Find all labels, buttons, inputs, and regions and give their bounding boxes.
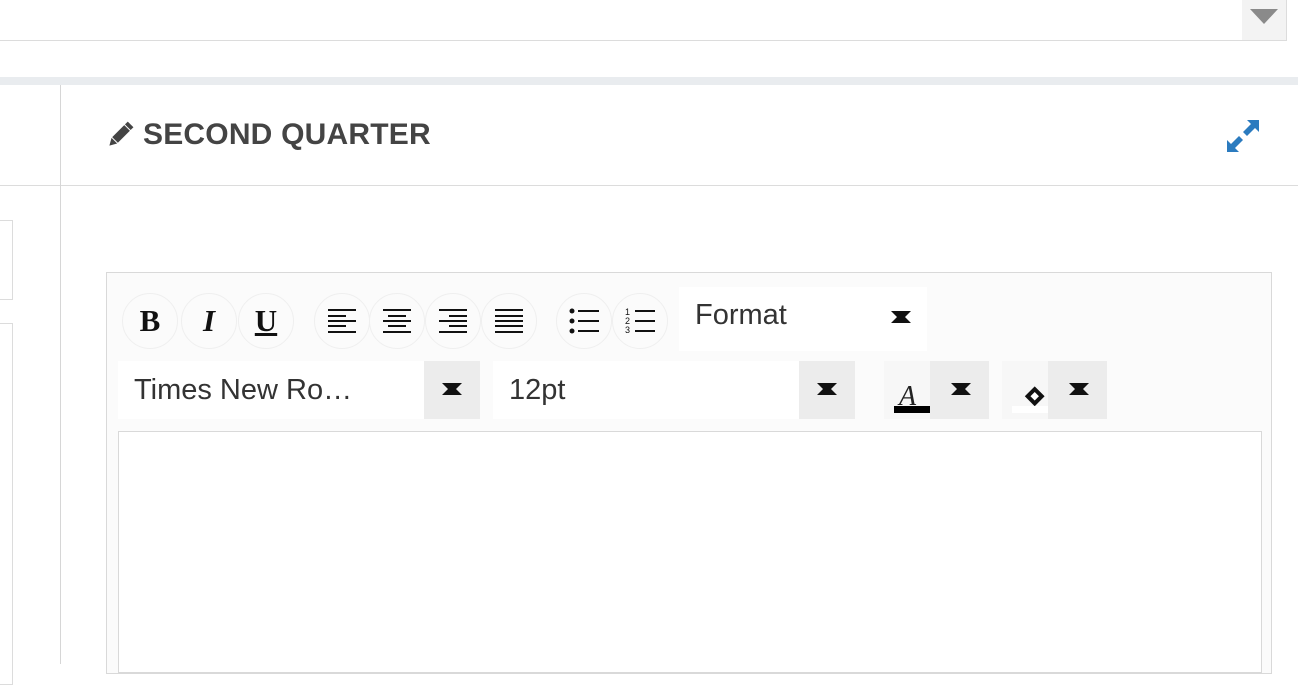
align-left-icon (328, 309, 356, 333)
highlight-color-dropdown-button[interactable] (1051, 361, 1107, 419)
align-center-icon (383, 309, 411, 333)
svg-text:3: 3 (625, 325, 630, 335)
text-color-button[interactable]: A (884, 361, 989, 419)
bold-button[interactable]: B (122, 293, 178, 349)
align-left-button[interactable] (314, 293, 370, 349)
rich-text-editor: B I U 1 2 3 Format Times New Ro… 12pt A (106, 272, 1272, 674)
text-color-dropdown-button[interactable] (933, 361, 989, 419)
align-justify-icon (495, 309, 523, 333)
left-panel-box (0, 220, 13, 300)
pencil-icon (109, 121, 134, 146)
paint-bucket-icon (1012, 386, 1048, 413)
top-select[interactable] (0, 0, 1287, 41)
divider (0, 185, 60, 186)
underline-button[interactable]: U (238, 293, 294, 349)
font-size-select[interactable]: 12pt (493, 361, 855, 419)
font-size-dropdown-button[interactable] (799, 361, 855, 419)
chevron-down-icon (951, 383, 971, 395)
highlight-color-button[interactable] (1002, 361, 1107, 419)
left-column (0, 85, 61, 685)
highlight-color-apply[interactable] (1002, 361, 1048, 419)
numbered-list-button[interactable]: 1 2 3 (612, 293, 668, 349)
bullet-list-icon (569, 308, 599, 334)
numbered-list-icon: 1 2 3 (625, 307, 655, 335)
text-color-icon: A (894, 381, 930, 413)
chevron-down-icon (442, 383, 462, 395)
left-panel-box (0, 323, 13, 685)
panel-header: SECOND QUARTER (61, 85, 1298, 186)
italic-button[interactable]: I (181, 293, 237, 349)
font-family-dropdown-button[interactable] (424, 361, 480, 419)
chevron-down-icon (817, 383, 837, 395)
chevron-down-icon (891, 311, 911, 323)
expand-icon[interactable] (1225, 118, 1261, 154)
align-center-button[interactable] (369, 293, 425, 349)
chevron-down-icon (1069, 383, 1089, 395)
align-justify-button[interactable] (481, 293, 537, 349)
editor-content-area[interactable] (118, 431, 1262, 673)
align-right-icon (439, 309, 467, 333)
font-family-select[interactable]: Times New Ro… (118, 361, 480, 419)
bullet-list-button[interactable] (556, 293, 612, 349)
chevron-down-icon (1250, 9, 1278, 24)
align-right-button[interactable] (425, 293, 481, 349)
section-divider (0, 77, 1298, 85)
select-dropdown-button[interactable] (1242, 0, 1286, 40)
format-select[interactable]: Format (679, 287, 927, 351)
text-color-apply[interactable]: A (884, 361, 930, 419)
panel-title: SECOND QUARTER (143, 118, 431, 151)
